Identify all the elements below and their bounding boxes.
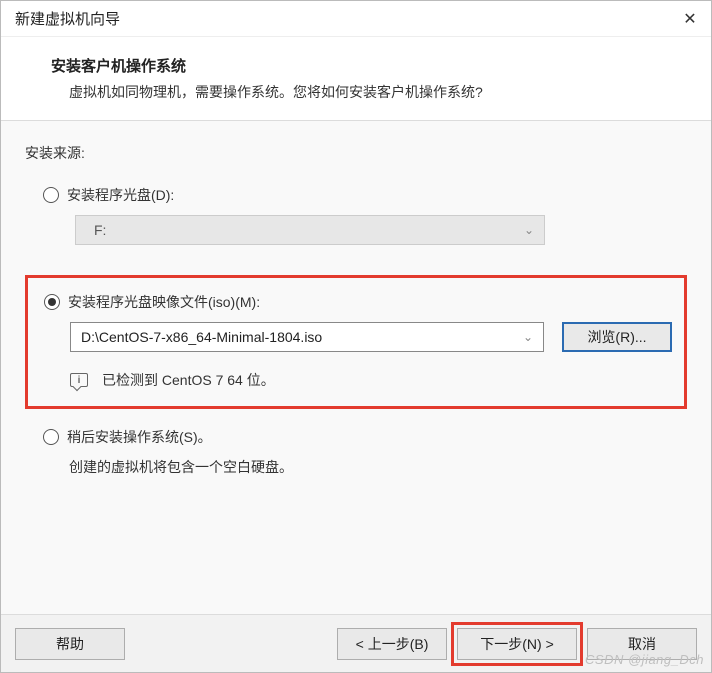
iso-detect-row: i 已检测到 CentOS 7 64 位。 <box>40 370 672 390</box>
drive-value: F: <box>94 222 106 238</box>
header-title: 安装客户机操作系统 <box>51 55 671 76</box>
radio-install-later[interactable]: 稍后安装操作系统(S)。 <box>25 427 687 447</box>
wizard-window: 新建虚拟机向导 ✕ 安装客户机操作系统 虚拟机如同物理机，需要操作系统。您将如何… <box>0 0 712 673</box>
wizard-footer: 帮助 < 上一步(B) 下一步(N) > 取消 <box>1 614 711 672</box>
option-installer-disc: 安装程序光盘(D): F: ⌄ <box>25 185 687 245</box>
close-icon[interactable]: ✕ <box>681 10 699 28</box>
option-install-later: 稍后安装操作系统(S)。 创建的虚拟机将包含一个空白硬盘。 <box>25 427 687 477</box>
header-description: 虚拟机如同物理机，需要操作系统。您将如何安装客户机操作系统? <box>51 82 671 102</box>
install-later-description: 创建的虚拟机将包含一个空白硬盘。 <box>25 457 687 477</box>
help-button[interactable]: 帮助 <box>15 628 125 660</box>
titlebar: 新建虚拟机向导 ✕ <box>1 1 711 37</box>
browse-button[interactable]: 浏览(R)... <box>562 322 672 352</box>
wizard-header: 安装客户机操作系统 虚拟机如同物理机，需要操作系统。您将如何安装客户机操作系统? <box>1 37 711 121</box>
next-button-highlight: 下一步(N) > <box>451 622 583 666</box>
radio-label-later: 稍后安装操作系统(S)。 <box>67 427 212 447</box>
iso-path-select[interactable]: D:\CentOS-7-x86_64-Minimal-1804.iso ⌄ <box>70 322 544 352</box>
next-button[interactable]: 下一步(N) > <box>457 628 577 660</box>
radio-installer-disc[interactable]: 安装程序光盘(D): <box>25 185 687 205</box>
radio-icon <box>43 187 59 203</box>
drive-select[interactable]: F: ⌄ <box>75 215 545 245</box>
radio-label-iso: 安装程序光盘映像文件(iso)(M): <box>68 292 260 312</box>
chevron-down-icon: ⌄ <box>524 223 534 237</box>
cancel-button[interactable]: 取消 <box>587 628 697 660</box>
radio-label-disc: 安装程序光盘(D): <box>67 185 174 205</box>
radio-iso-file[interactable]: 安装程序光盘映像文件(iso)(M): <box>40 292 672 312</box>
option-iso-highlight: 安装程序光盘映像文件(iso)(M): D:\CentOS-7-x86_64-M… <box>25 275 687 409</box>
radio-icon <box>43 429 59 445</box>
radio-icon <box>44 294 60 310</box>
detect-text: 已检测到 CentOS 7 64 位。 <box>102 370 275 390</box>
window-title: 新建虚拟机向导 <box>15 8 120 29</box>
install-source-label: 安装来源: <box>25 143 687 163</box>
wizard-content: 安装来源: 安装程序光盘(D): F: ⌄ 安装程序光盘映像文件(iso)(M)… <box>1 121 711 614</box>
chevron-down-icon: ⌄ <box>523 330 533 344</box>
iso-path-row: D:\CentOS-7-x86_64-Minimal-1804.iso ⌄ 浏览… <box>40 322 672 352</box>
iso-path-value: D:\CentOS-7-x86_64-Minimal-1804.iso <box>81 329 322 345</box>
info-icon: i <box>70 373 88 387</box>
back-button[interactable]: < 上一步(B) <box>337 628 447 660</box>
